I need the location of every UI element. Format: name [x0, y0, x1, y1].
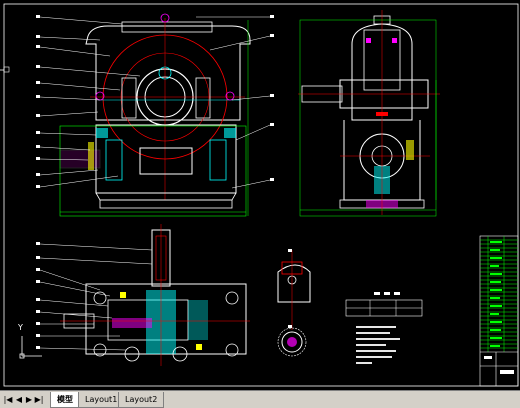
top-view-balloons	[36, 242, 40, 349]
drawing-canvas[interactable]: Y	[0, 0, 520, 390]
cad-drawing: Y	[0, 3, 519, 387]
tab-model[interactable]: 模型	[50, 392, 80, 408]
last-tab-icon[interactable]: ▶|	[34, 394, 44, 405]
first-tab-icon[interactable]: |◀	[3, 394, 13, 405]
crosshair-cursor	[3, 66, 10, 73]
ucs-y-label: Y	[17, 323, 23, 332]
next-tab-icon[interactable]: ▶	[24, 394, 34, 405]
front-view	[59, 13, 251, 217]
tab-layout2[interactable]: Layout2	[118, 392, 165, 408]
top-view	[60, 224, 250, 366]
side-view	[298, 10, 440, 217]
prev-tab-icon[interactable]: ◀	[14, 394, 24, 405]
top-view-leaders	[39, 243, 153, 351]
detail-view	[277, 249, 311, 357]
drawing-border	[3, 3, 519, 387]
parameter-table	[345, 292, 423, 364]
title-block	[479, 235, 519, 387]
layout-tab-bar: |◀ ◀ ▶ ▶| 模型 Layout1 Layout2	[0, 390, 520, 408]
